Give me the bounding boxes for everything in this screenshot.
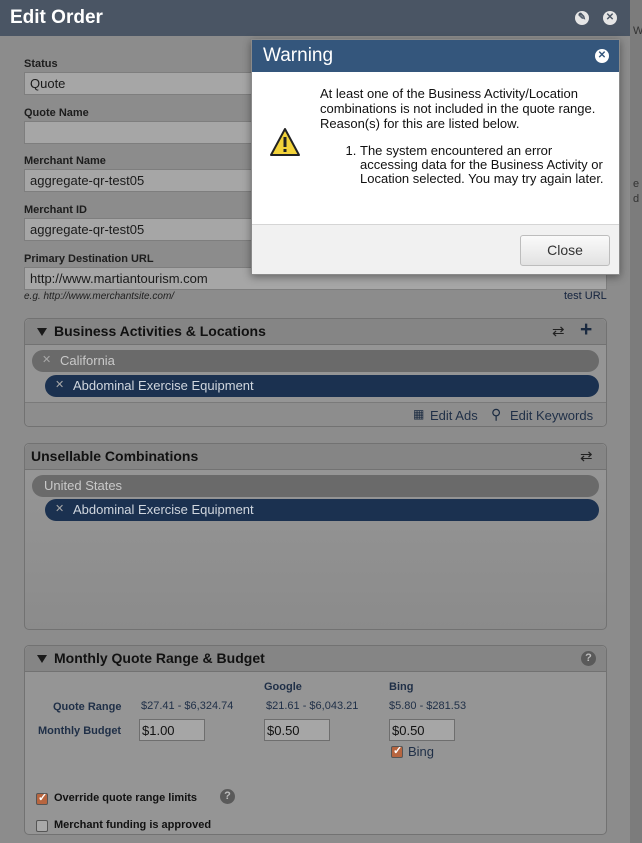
location-name: United States	[44, 478, 123, 493]
search-icon: ⚲	[491, 406, 502, 422]
budget-bing-input[interactable]: $0.50	[389, 719, 455, 741]
remove-icon[interactable]: ✕	[55, 378, 64, 391]
window-title: Edit Order	[10, 7, 103, 28]
activity-name: Abdominal Exercise Equipment	[73, 502, 254, 517]
edit-ads-link[interactable]: Edit Ads	[430, 408, 478, 423]
quote-range-label: Quote Range	[53, 701, 122, 713]
panel-title: Monthly Quote Range & Budget	[54, 650, 265, 666]
remove-icon[interactable]: ✕	[55, 502, 64, 515]
merchant-id-input[interactable]: aggregate-qr-test05	[24, 218, 264, 241]
remove-icon[interactable]: ✕	[42, 353, 51, 366]
status-label: Status	[24, 58, 58, 70]
quote-name-input[interactable]	[24, 121, 264, 144]
url-hint: e.g. http://www.merchantsite.com/	[24, 291, 175, 302]
location-pill[interactable]: ✕ California	[32, 350, 599, 372]
activity-name: Abdominal Exercise Equipment	[73, 378, 254, 393]
budget-total-input[interactable]: $1.00	[139, 719, 205, 741]
quote-range-bing: $5.80 - $281.53	[389, 700, 467, 712]
dialog-body: At least one of the Business Activity/Lo…	[252, 72, 619, 224]
bing-checkbox-label: Bing	[408, 744, 435, 759]
dialog-title: Warning	[263, 45, 334, 66]
merchant-id-label: Merchant ID	[24, 204, 87, 216]
caret-down-icon[interactable]	[37, 328, 47, 336]
panel-header: Monthly Quote Range & Budget ?	[25, 646, 606, 672]
grid-icon: ▦	[413, 407, 425, 421]
activity-pill[interactable]: ✕ Abdominal Exercise Equipment	[45, 499, 599, 521]
window-titlebar: Edit Order ✎ ✕	[0, 0, 630, 36]
background-text: W	[633, 25, 642, 37]
location-pill[interactable]: United States	[32, 475, 599, 497]
panel-footer: ▦ Edit Ads ⚲ Edit Keywords	[25, 402, 606, 426]
warning-icon	[270, 128, 300, 156]
monthly-budget-label: Monthly Budget	[38, 725, 122, 737]
bing-column-header: Bing	[389, 681, 414, 693]
merchant-name-input[interactable]: aggregate-qr-test05	[24, 169, 264, 192]
reason-list: The system encountered an error accessin…	[342, 144, 604, 186]
plus-icon[interactable]: +	[580, 318, 592, 342]
dialog-header: Warning ✕	[252, 40, 619, 72]
test-url-link[interactable]: test URL	[564, 290, 607, 302]
unsellable-combinations-panel: Unsellable Combinations ⇄ United States …	[24, 443, 607, 630]
reason-item: The system encountered an error accessin…	[360, 144, 604, 186]
status-select[interactable]: Quote	[24, 72, 264, 95]
refresh-icon[interactable]: ⇄	[552, 322, 565, 340]
business-activities-panel: Business Activities & Locations ⇄ + ✕ Ca…	[24, 318, 607, 427]
background-window-edge: W e d	[630, 0, 642, 843]
quote-range-google: $21.61 - $6,043.21	[266, 700, 359, 712]
close-icon[interactable]: ✕	[603, 11, 617, 25]
close-icon[interactable]: ✕	[595, 49, 609, 63]
panel-title: Unsellable Combinations	[31, 448, 199, 464]
refresh-icon[interactable]: ⇄	[580, 447, 593, 465]
dialog-message: At least one of the Business Activity/Lo…	[320, 86, 596, 131]
override-checkbox[interactable]	[36, 791, 48, 805]
location-name: California	[60, 353, 115, 368]
bing-checkbox[interactable]	[391, 744, 403, 758]
quote-name-label: Quote Name	[24, 107, 89, 119]
dialog-footer: Close	[252, 224, 619, 274]
panel-header: Unsellable Combinations ⇄	[25, 444, 606, 470]
background-text: e	[633, 178, 640, 190]
google-column-header: Google	[264, 681, 302, 693]
primary-url-label: Primary Destination URL	[24, 253, 154, 265]
close-button[interactable]: Close	[520, 235, 610, 266]
merchant-name-label: Merchant Name	[24, 155, 106, 167]
background-text: d	[633, 193, 640, 205]
override-label: Override quote range limits	[54, 792, 198, 804]
funding-checkbox[interactable]	[36, 820, 48, 832]
budget-google-input[interactable]: $0.50	[264, 719, 330, 741]
comment-icon[interactable]: ✎	[575, 11, 589, 25]
quote-range-total: $27.41 - $6,324.74	[141, 700, 234, 712]
warning-dialog: Warning ✕ At least one of the Business A…	[251, 39, 620, 275]
edit-keywords-link[interactable]: Edit Keywords	[510, 408, 593, 423]
funding-label: Merchant funding is approved	[54, 819, 212, 831]
help-icon[interactable]: ?	[220, 789, 235, 804]
activity-pill[interactable]: ✕ Abdominal Exercise Equipment	[45, 375, 599, 397]
panel-header: Business Activities & Locations ⇄ +	[25, 318, 606, 345]
budget-panel: Monthly Quote Range & Budget ? Google Bi…	[24, 645, 607, 835]
help-icon[interactable]: ?	[581, 651, 596, 666]
panel-title: Business Activities & Locations	[54, 323, 266, 339]
caret-down-icon[interactable]	[37, 655, 47, 663]
